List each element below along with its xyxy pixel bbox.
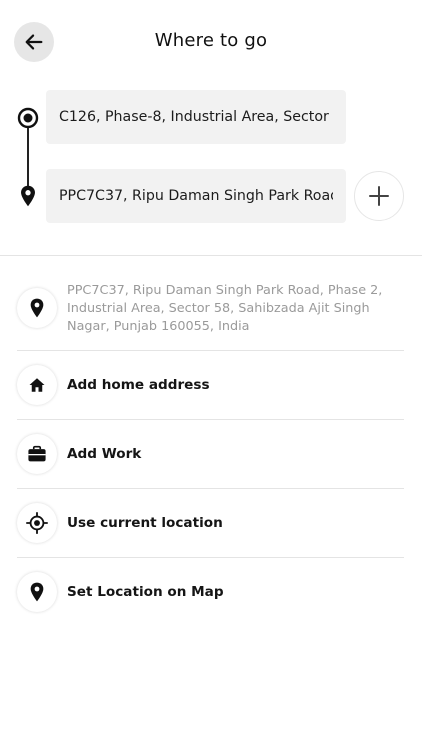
home-icon-wrap bbox=[17, 365, 57, 405]
origin-input[interactable]: C126, Phase-8, Industrial Area, Sector 7… bbox=[46, 90, 346, 144]
map-pin-icon-wrap bbox=[17, 572, 57, 612]
add-stop-button[interactable] bbox=[354, 171, 404, 221]
set-on-map-label: Set Location on Map bbox=[67, 584, 224, 600]
recent-address-text: PPC7C37, Ripu Daman Singh Park Road, Pha… bbox=[67, 283, 383, 334]
crosshair-icon bbox=[26, 512, 48, 534]
map-pin-icon bbox=[30, 582, 44, 602]
current-location-item[interactable]: Use current location bbox=[17, 489, 404, 558]
map-pin-icon bbox=[30, 298, 44, 318]
briefcase-icon-wrap bbox=[17, 434, 57, 474]
add-work-label: Add Work bbox=[67, 446, 142, 462]
home-icon bbox=[29, 378, 45, 392]
add-work-item[interactable]: Add Work bbox=[17, 420, 404, 489]
crosshair-icon-wrap bbox=[17, 503, 57, 543]
destination-input-value: PPC7C37, Ripu Daman Singh Park Road, Pha… bbox=[59, 188, 333, 204]
route-inputs: C126, Phase-8, Industrial Area, Sector 7… bbox=[0, 84, 422, 244]
add-home-label: Add home address bbox=[67, 377, 210, 393]
current-location-label: Use current location bbox=[67, 515, 223, 531]
destination-input[interactable]: PPC7C37, Ripu Daman Singh Park Road, Pha… bbox=[46, 169, 346, 223]
divider bbox=[0, 255, 422, 256]
set-on-map-item[interactable]: Set Location on Map bbox=[17, 558, 404, 627]
route-connector-line bbox=[27, 128, 29, 186]
page-title: Where to go bbox=[154, 30, 268, 51]
recent-icon-wrap bbox=[17, 288, 57, 328]
target-dot-icon bbox=[17, 107, 39, 129]
map-pin-icon bbox=[21, 185, 35, 207]
add-home-item[interactable]: Add home address bbox=[17, 351, 404, 420]
plus-icon bbox=[369, 186, 389, 206]
origin-input-value: C126, Phase-8, Industrial Area, Sector 7… bbox=[59, 109, 333, 125]
header: Where to go bbox=[0, 0, 422, 84]
recent-address-item[interactable]: PPC7C37, Ripu Daman Singh Park Road, Pha… bbox=[17, 276, 404, 351]
briefcase-icon bbox=[28, 445, 46, 462]
